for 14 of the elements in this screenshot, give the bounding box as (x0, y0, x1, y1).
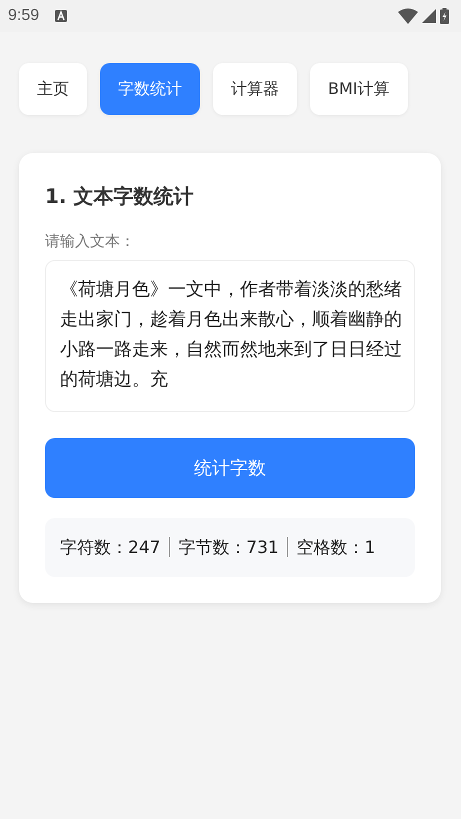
count-button[interactable]: 统计字数 (45, 438, 415, 498)
notification-icon (55, 10, 68, 22)
field-label: 请输入文本： (45, 232, 136, 251)
status-time: 9:59 (8, 7, 40, 25)
result-text: 字符数：247 字节数：731 空格数：1 (60, 536, 376, 560)
card-title: 1. 文本字数统计 (45, 183, 194, 210)
tab[interactable]: 计算器 (213, 63, 297, 115)
text-input-field[interactable]: 《荷塘月色》一文中，作者带着淡淡的愁绪走出家门，趁着月色出来散心，顺着幽静的小路一路走来，自然而然地来到了日日经过的荷塘边。充 (45, 260, 415, 412)
tab[interactable]: 主页 (19, 63, 87, 115)
wifi-icon (398, 8, 418, 24)
tab[interactable]: 字数统计 (100, 63, 200, 115)
battery-icon (440, 8, 449, 24)
tab[interactable]: BMI计算 (310, 63, 408, 115)
signal-icon (422, 9, 436, 23)
